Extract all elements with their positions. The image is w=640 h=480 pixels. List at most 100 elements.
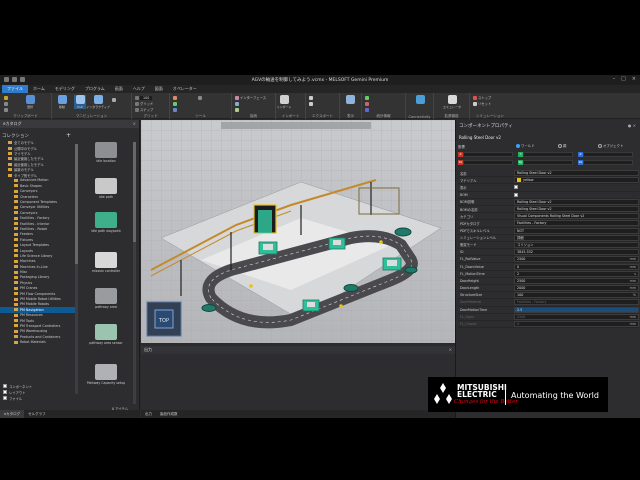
property-value[interactable]: 2.5: [514, 306, 639, 313]
property-value[interactable]: Facilities - Factory: [514, 220, 639, 227]
connect-button[interactable]: [235, 107, 239, 112]
pnp-button[interactable]: PnP: [74, 95, 86, 109]
property-value[interactable]: 2500 mm: [514, 313, 639, 320]
thumbnail-scrollbar[interactable]: [133, 142, 136, 404]
property-value[interactable]: yellow: [514, 177, 639, 184]
snap-label[interactable]: スナップ: [135, 107, 153, 112]
tree-scrollbar-thumb[interactable]: [75, 144, 78, 264]
close-icon[interactable]: ×: [133, 120, 136, 128]
menu-program[interactable]: プログラム: [80, 85, 110, 93]
tool-measure[interactable]: [173, 95, 177, 100]
add-collection-button[interactable]: +: [66, 133, 71, 139]
charging-pad[interactable]: [394, 227, 412, 237]
checkbox-icon[interactable]: [514, 185, 518, 190]
model-thumbnail[interactable]: mission controller: [80, 252, 132, 273]
property-value[interactable]: Facilities - Factory: [514, 299, 639, 306]
property-value[interactable]: 詳細: [514, 234, 639, 241]
charging-pad[interactable]: [343, 284, 359, 292]
property-value[interactable]: 2s: [514, 270, 639, 277]
close-icon[interactable]: ×: [633, 123, 636, 128]
charging-pad[interactable]: [404, 266, 418, 274]
property-value[interactable]: 100%: [514, 292, 639, 299]
waypoint-marker[interactable]: [249, 284, 253, 288]
property-value[interactable]: 0 mm: [514, 263, 639, 270]
y-field[interactable]: Y: [518, 151, 573, 157]
model-thumbnail[interactable]: idle location: [80, 142, 132, 163]
menu-screen[interactable]: 画面: [110, 85, 128, 93]
navigation-cube[interactable]: TOP: [146, 301, 182, 337]
statistics-button[interactable]: [365, 101, 369, 106]
tab-cell-graph[interactable]: セルグラフ: [24, 410, 50, 418]
agv-1[interactable]: [258, 241, 278, 255]
stop-button[interactable]: ストップ: [473, 95, 491, 100]
model-thumbnail[interactable]: idle path: [80, 178, 132, 199]
import-button[interactable]: インポート: [277, 95, 292, 109]
coord-world-radio[interactable]: ワールド: [516, 143, 535, 148]
tool-align[interactable]: [173, 101, 177, 106]
property-value[interactable]: Rolling Steel Door v2: [514, 170, 639, 177]
property-value[interactable]: NOT: [514, 227, 639, 234]
connect-signal-button[interactable]: [235, 101, 239, 106]
copy-button[interactable]: [4, 107, 8, 112]
tree-scrollbar[interactable]: [75, 144, 78, 394]
connectivity-button[interactable]: [414, 95, 426, 109]
check-files[interactable]: ファイル: [0, 395, 78, 401]
model-thumbnail[interactable]: Pathway Capacity setup: [80, 364, 132, 385]
menu-modeling[interactable]: モデリング: [50, 85, 80, 93]
minimize-icon[interactable]: –: [613, 76, 616, 82]
property-value[interactable]: Visual Components Rolling Steel Door v2: [514, 213, 639, 220]
property-value[interactable]: [514, 192, 639, 198]
agv-2[interactable]: [328, 237, 346, 250]
emulator-button[interactable]: エミュレータ: [443, 95, 461, 109]
model-thumbnail[interactable]: pathway area: [80, 288, 132, 309]
ry-field[interactable]: Ry: [518, 159, 573, 165]
export-image-button[interactable]: [309, 101, 313, 106]
3d-viewport[interactable]: TOP: [141, 120, 455, 343]
x-field[interactable]: X: [458, 151, 513, 157]
property-value[interactable]: [514, 184, 639, 190]
menu-help[interactable]: ヘルプ: [128, 85, 150, 93]
property-value[interactable]: 2500 mm: [514, 256, 639, 263]
move-button[interactable]: 移動: [56, 95, 68, 109]
export-button[interactable]: [309, 95, 313, 100]
view-button[interactable]: [344, 95, 356, 109]
waypoint-marker[interactable]: [379, 240, 383, 244]
z-field[interactable]: Z: [578, 151, 633, 157]
property-value[interactable]: 3843-532: [514, 249, 639, 256]
waypoint-marker[interactable]: [339, 304, 343, 308]
tool-snap[interactable]: [173, 107, 177, 112]
snap-toggle[interactable]: [112, 97, 116, 102]
tab-production-count[interactable]: 製品作成数: [156, 410, 182, 418]
paste-button[interactable]: [4, 95, 8, 100]
tree-item[interactable]: Robot Materials: [0, 339, 78, 344]
tab-output[interactable]: 出力: [141, 410, 156, 418]
charging-pad[interactable]: [201, 304, 217, 312]
coord-object-radio[interactable]: オブジェクト: [598, 143, 623, 148]
rz-field[interactable]: Rz: [578, 159, 633, 165]
close-icon[interactable]: ×: [632, 76, 636, 82]
rolling-steel-door-selection[interactable]: [258, 210, 272, 233]
interactive-button[interactable]: インタラクティブ: [86, 95, 110, 109]
menu-operator[interactable]: オペレーター: [168, 85, 202, 93]
property-value[interactable]: 2500 mm: [514, 277, 639, 284]
coord-parent-radio[interactable]: 親: [558, 143, 566, 148]
model-thumbnail[interactable]: pathway area sensor: [80, 324, 132, 345]
thumbnail-scrollbar-thumb[interactable]: [133, 142, 136, 242]
pin-icon[interactable]: ●: [628, 123, 632, 128]
agv-3[interactable]: [382, 257, 402, 271]
model-thumbnail[interactable]: idle path waypoint: [80, 212, 132, 233]
cut-button[interactable]: [4, 101, 8, 106]
property-value[interactable]: Rolling Steel Door v2: [514, 198, 639, 205]
close-icon[interactable]: ×: [449, 346, 452, 354]
report-button[interactable]: [365, 107, 369, 112]
rx-field[interactable]: Rx: [458, 159, 513, 165]
property-value[interactable]: 2000 mm: [514, 285, 639, 292]
property-value[interactable]: コリジョン: [514, 241, 639, 248]
maximize-icon[interactable]: □: [621, 76, 626, 82]
menu-home[interactable]: ホーム: [28, 85, 50, 93]
property-value[interactable]: Rolling Steel Door v2: [514, 206, 639, 213]
grid-size-field[interactable]: 100: [135, 95, 153, 100]
menu-drawing[interactable]: 図面: [150, 85, 168, 93]
scene-render[interactable]: TOP: [141, 120, 455, 343]
agv-4[interactable]: [302, 299, 320, 312]
